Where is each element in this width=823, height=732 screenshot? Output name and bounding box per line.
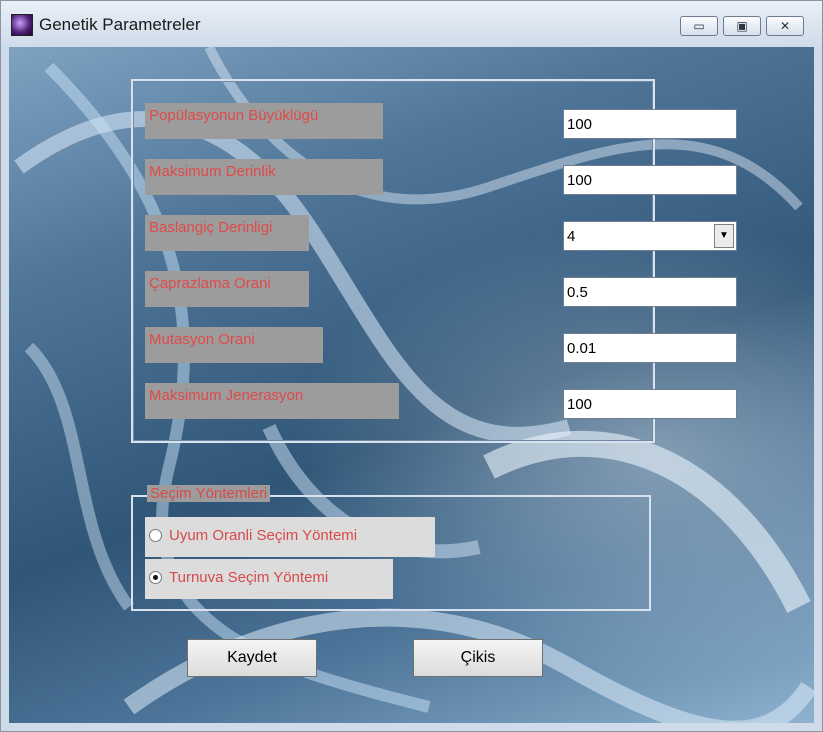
exit-button[interactable]: Çikis	[413, 639, 543, 677]
radio-unchecked-icon[interactable]	[149, 529, 162, 542]
max-generation-input[interactable]: 100	[563, 389, 737, 419]
radio-tournament[interactable]: Turnuva Seçim Yöntemi	[145, 559, 393, 599]
minimize-icon: ▭	[693, 19, 705, 33]
chevron-down-icon[interactable]: ▼	[714, 224, 734, 248]
radio-fitness-proportional[interactable]: Uyum Oranli Seçim Yöntemi	[145, 517, 435, 557]
mutation-rate-label: Mutasyon Orani	[145, 327, 323, 363]
initial-depth-select[interactable]: 4 ▼	[563, 221, 737, 251]
minimize-button[interactable]: ▭	[680, 16, 718, 36]
crossover-rate-label: Çaprazlama Orani	[145, 271, 309, 307]
window: Genetik Parametreler ▭ ▣ ✕ Popülasyonun …	[0, 0, 823, 732]
mutation-rate-input[interactable]: 0.01	[563, 333, 737, 363]
max-generation-label: Maksimum Jenerasyon	[145, 383, 399, 419]
population-size-label: Popülasyonun Büyüklügü	[145, 103, 383, 139]
app-icon	[11, 14, 33, 36]
parameters-panel: Popülasyonun Büyüklügü 100 Maksimum Deri…	[131, 79, 737, 443]
crossover-rate-input[interactable]: 0.5	[563, 277, 737, 307]
initial-depth-value: 4	[567, 228, 576, 245]
client-area: Popülasyonun Büyüklügü 100 Maksimum Deri…	[9, 47, 814, 723]
initial-depth-label: Baslangiç Derinligi	[145, 215, 309, 251]
selection-method-title: Seçim Yöntemleri	[147, 485, 271, 502]
radio-tournament-label: Turnuva Seçim Yöntemi	[169, 569, 329, 586]
title-bar[interactable]: Genetik Parametreler ▭ ▣ ✕	[1, 1, 822, 47]
close-icon: ✕	[779, 19, 791, 33]
radio-checked-icon[interactable]	[149, 571, 162, 584]
max-depth-input[interactable]: 100	[563, 165, 737, 195]
maximize-icon: ▣	[736, 19, 748, 33]
population-size-input[interactable]: 100	[563, 109, 737, 139]
window-title: Genetik Parametreler	[39, 15, 201, 34]
close-button[interactable]: ✕	[766, 16, 804, 36]
save-button[interactable]: Kaydet	[187, 639, 317, 677]
radio-fitness-proportional-label: Uyum Oranli Seçim Yöntemi	[169, 527, 358, 544]
max-depth-label: Maksimum Derinlik	[145, 159, 383, 195]
maximize-button[interactable]: ▣	[723, 16, 761, 36]
